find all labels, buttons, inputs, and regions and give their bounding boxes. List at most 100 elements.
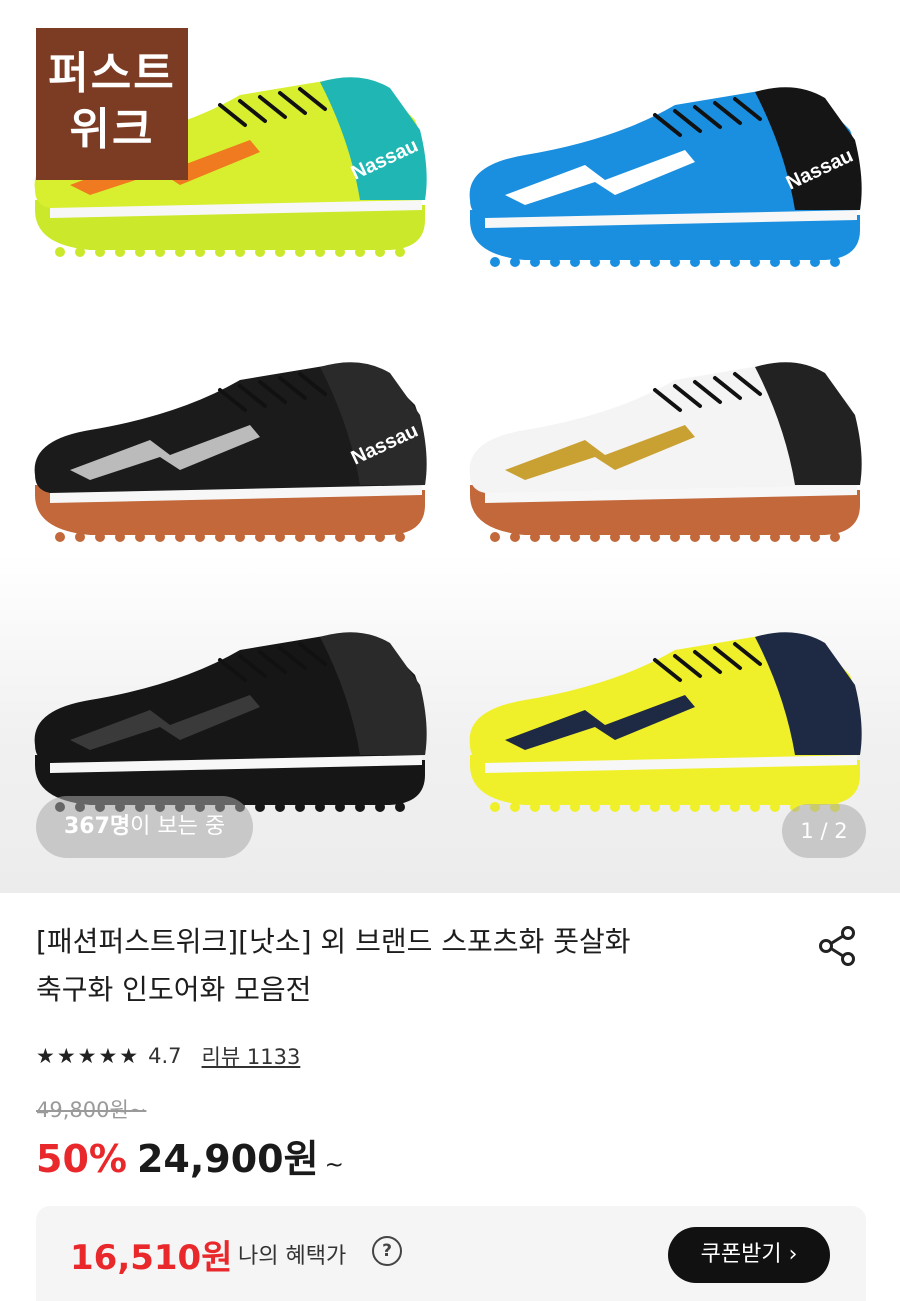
product-title: [패션퍼스트위크][낫소] 외 브랜드 스포츠화 풋살화 축구화 인도어화 모음… xyxy=(36,918,796,1014)
shoe-stud xyxy=(375,532,385,542)
shoe-stud xyxy=(175,247,185,257)
shoe-stud xyxy=(255,532,265,542)
shoe-stud xyxy=(730,257,740,267)
shoe-stud xyxy=(710,257,720,267)
product-title-line1: [패션퍼스트위크][낫소] 외 브랜드 스포츠화 풋살화 xyxy=(36,925,631,958)
shoe-stud xyxy=(570,532,580,542)
shoe-stud xyxy=(810,532,820,542)
badge-line2: 위크 xyxy=(69,104,155,155)
shoe-stud xyxy=(650,532,660,542)
shoe-stud xyxy=(295,247,305,257)
shoe-stud xyxy=(490,257,500,267)
shoe-stud xyxy=(195,247,205,257)
shoe-stud xyxy=(510,532,520,542)
shoe-stud xyxy=(375,247,385,257)
reviews-link[interactable]: 리뷰 1133 xyxy=(202,1041,301,1071)
shoe-stud xyxy=(75,532,85,542)
shoe-stud xyxy=(195,532,205,542)
shoe-stud xyxy=(570,257,580,267)
shoe-stud xyxy=(650,802,660,812)
shoe-stud xyxy=(750,802,760,812)
shoe-stud xyxy=(155,532,165,542)
shoe-stud xyxy=(750,532,760,542)
shoe-stud xyxy=(590,802,600,812)
shoe-stud xyxy=(395,247,405,257)
shoe-stud xyxy=(770,532,780,542)
shoe-stud xyxy=(255,247,265,257)
share-icon[interactable] xyxy=(816,924,860,968)
shoe-stud xyxy=(730,532,740,542)
shoe-stud xyxy=(155,247,165,257)
shoe-stud xyxy=(135,532,145,542)
benefit-label: 나의 혜택가 xyxy=(238,1244,347,1269)
shoe-stud xyxy=(530,802,540,812)
shoe-stud xyxy=(275,247,285,257)
shoe-stud xyxy=(115,247,125,257)
shoe-stud xyxy=(95,532,105,542)
shoe-stud xyxy=(335,247,345,257)
shoe-stud xyxy=(255,802,265,812)
shoe-stud xyxy=(510,802,520,812)
image-pager[interactable]: 1 / 2 xyxy=(782,804,866,858)
shoe-stud xyxy=(490,802,500,812)
shoe-stud xyxy=(630,532,640,542)
shoe-stud xyxy=(530,257,540,267)
coupon-button[interactable]: 쿠폰받기 › xyxy=(668,1227,830,1283)
shoe-stud xyxy=(355,247,365,257)
shoe-stud xyxy=(335,532,345,542)
first-week-badge: 퍼스트 위크 xyxy=(36,28,188,180)
shoe-stud xyxy=(610,802,620,812)
shoe-stud xyxy=(275,802,285,812)
shoe-white-indoor xyxy=(469,362,862,542)
shoe-stud xyxy=(315,802,325,812)
shoe-blue-black: Nassau xyxy=(469,87,862,267)
price-suffix: ~ xyxy=(324,1152,344,1178)
shoe-stud xyxy=(315,532,325,542)
discount-rate: 50% xyxy=(36,1137,127,1181)
shoe-stud xyxy=(490,532,500,542)
product-title-line2: 축구화 인도어화 모음전 xyxy=(36,973,312,1006)
shoe-stud xyxy=(510,257,520,267)
shoe-stud xyxy=(395,802,405,812)
shoe-stud xyxy=(830,532,840,542)
shoe-stud xyxy=(570,802,580,812)
shoe-stud xyxy=(375,802,385,812)
shoe-stud xyxy=(790,532,800,542)
sale-price: 24,900원 xyxy=(136,1137,319,1181)
shoe-stud xyxy=(275,532,285,542)
product-image-gallery[interactable]: Nassau Nassau Nassau 퍼스트 위크 367명이 보는 중 1 /… xyxy=(0,0,900,893)
shoe-stud xyxy=(115,532,125,542)
help-icon[interactable]: ? xyxy=(372,1236,402,1266)
shoe-stud xyxy=(355,532,365,542)
shoe-stud xyxy=(650,257,660,267)
badge-line1: 퍼스트 xyxy=(48,48,176,99)
shoe-stud xyxy=(690,257,700,267)
shoe-stud xyxy=(690,802,700,812)
shoe-stud xyxy=(590,532,600,542)
shoe-stud xyxy=(355,802,365,812)
shoe-stud xyxy=(215,532,225,542)
shoe-stud xyxy=(670,532,680,542)
shoe-stud xyxy=(750,257,760,267)
shoe-stud xyxy=(235,247,245,257)
benefit-box: 16,510원 나의 혜택가 ? 쿠폰받기 › xyxy=(36,1206,866,1301)
shoe-stud xyxy=(335,802,345,812)
shoe-stud xyxy=(215,247,225,257)
shoe-stud xyxy=(550,532,560,542)
shoe-stud xyxy=(670,257,680,267)
star-rating-icon: ★★★★★ xyxy=(36,1044,141,1068)
shoe-stud xyxy=(690,532,700,542)
rating-row: ★★★★★ 4.7 리뷰 1133 xyxy=(36,1038,300,1074)
benefit-price: 16,510원 xyxy=(70,1238,233,1278)
shoe-stud xyxy=(395,532,405,542)
shoe-stud xyxy=(710,532,720,542)
shoe-stud xyxy=(295,802,305,812)
shoe-stud xyxy=(315,247,325,257)
shoe-black-indoor: Nassau xyxy=(34,362,427,542)
viewers-text: 이 보는 중 xyxy=(130,814,226,839)
shoe-stud xyxy=(175,532,185,542)
shoe-stud xyxy=(295,532,305,542)
price-row: 50% 24,900원 ~ xyxy=(36,1128,344,1182)
shoe-stud xyxy=(730,802,740,812)
shoe-stud xyxy=(55,532,65,542)
